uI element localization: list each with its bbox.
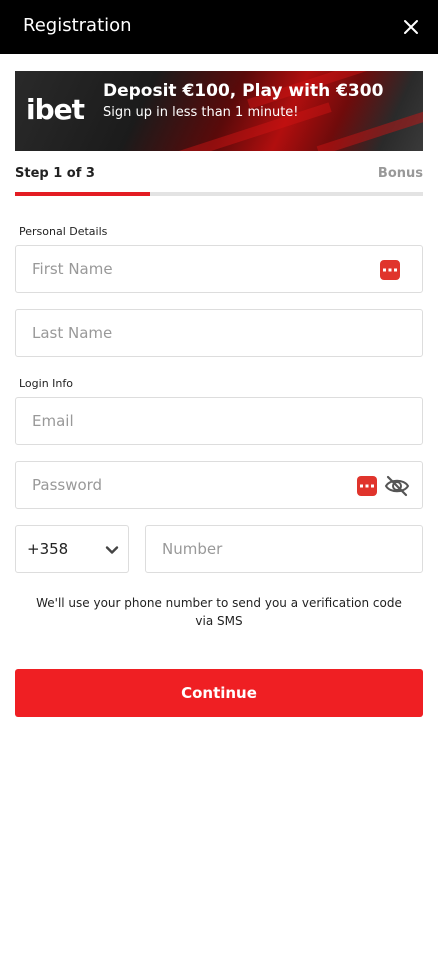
step-indicator: Step 1 of 3 [15, 166, 95, 181]
header-bar: Registration [0, 0, 438, 54]
password-manager-icon[interactable] [379, 259, 401, 281]
eye-off-icon[interactable] [384, 474, 410, 498]
login-info-heading: Login Info [19, 377, 73, 390]
progress-fill [15, 192, 150, 196]
email-placeholder: Email [32, 412, 74, 430]
password-manager-icon[interactable] [356, 475, 378, 497]
continue-button[interactable]: Continue [15, 669, 423, 717]
banner-decoration [316, 106, 423, 151]
last-name-field[interactable]: Last Name [15, 309, 423, 357]
page-title: Registration [23, 15, 132, 36]
last-name-placeholder: Last Name [32, 324, 113, 342]
banner-headline: Deposit €100, Play with €300 [103, 81, 384, 101]
password-placeholder: Password [32, 476, 103, 494]
banner-subline: Sign up in less than 1 minute! [103, 105, 299, 120]
sms-verification-note: We'll use your phone number to send you … [36, 596, 402, 628]
close-icon[interactable] [401, 17, 421, 37]
first-name-field[interactable]: First Name [15, 245, 423, 293]
progress-track [15, 192, 423, 196]
personal-details-heading: Personal Details [19, 225, 108, 238]
phone-number-field[interactable]: Number [145, 525, 423, 573]
password-field[interactable]: Password [15, 461, 423, 509]
country-code-select[interactable]: +358 [15, 525, 129, 573]
phone-number-placeholder: Number [162, 540, 223, 558]
country-code-value: +358 [27, 540, 69, 558]
brand-logo: ibet [26, 93, 85, 126]
chevron-down-icon [105, 546, 119, 554]
promo-banner: ibet Deposit €100, Play with €300 Sign u… [15, 71, 423, 151]
email-field[interactable]: Email [15, 397, 423, 445]
first-name-placeholder: First Name [32, 260, 113, 278]
next-step-label: Bonus [377, 166, 423, 181]
